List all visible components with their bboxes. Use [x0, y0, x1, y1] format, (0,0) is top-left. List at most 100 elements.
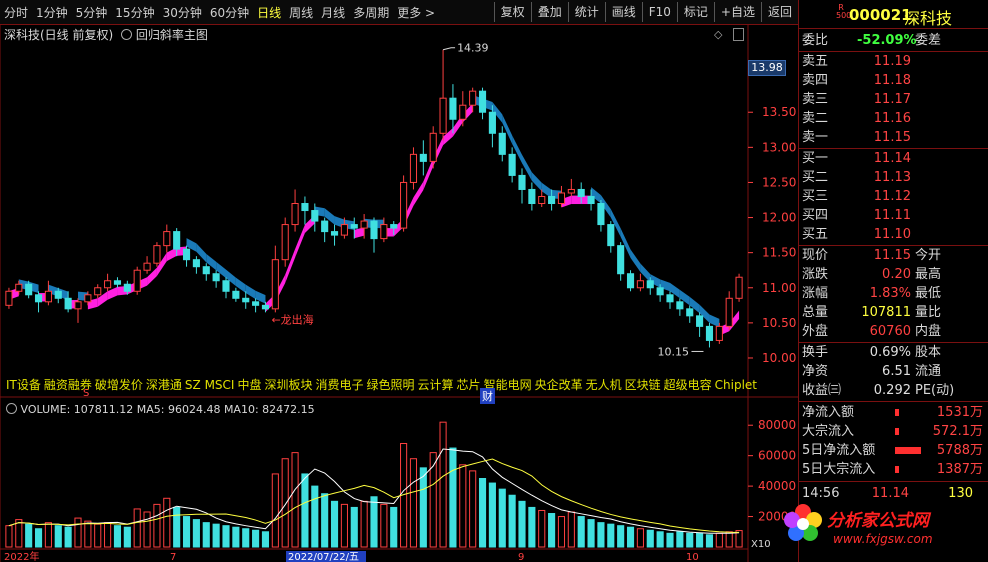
- concept-tag-14[interactable]: 区块链: [625, 378, 661, 392]
- stat2-extra-0: 股本: [915, 345, 942, 360]
- toolbar-button-6[interactable]: +自选: [713, 2, 761, 22]
- concept-tag-12[interactable]: 央企改革: [535, 378, 583, 392]
- candle-body-50: [498, 132, 506, 155]
- flower-logo-icon: [784, 504, 822, 541]
- timeframe-tab-9[interactable]: 多周期: [349, 4, 393, 21]
- flow-bar-1: [895, 428, 899, 435]
- candle-body-18: [182, 248, 191, 261]
- candle-body-9: [94, 287, 102, 296]
- candle-body-35: [350, 224, 358, 229]
- concept-tag-3[interactable]: 深港通: [146, 378, 182, 392]
- candle-body-55: [548, 195, 556, 205]
- timeframe-tab-0[interactable]: 分时: [0, 4, 32, 21]
- concept-tag-7[interactable]: 消费电子: [316, 378, 364, 392]
- toolbar-button-1[interactable]: 叠加: [530, 2, 568, 22]
- timeframe-tab-6[interactable]: 日线: [253, 4, 285, 21]
- concept-tag-2[interactable]: 破增发价: [95, 378, 143, 392]
- regression-ribbon-seg-55: [541, 182, 552, 199]
- volume-bar-37: [370, 496, 378, 548]
- volume-bar-47: [469, 470, 477, 548]
- price-tick-label-6: 10.50: [762, 316, 796, 330]
- diamond-icon[interactable]: ◇: [714, 28, 722, 41]
- candle-body-58: [577, 188, 585, 197]
- flow-label-1: 大宗流入: [802, 424, 855, 439]
- toolbar-button-7[interactable]: 返回: [760, 2, 798, 22]
- volume-bar-31: [311, 485, 319, 548]
- timeframe-tab-1[interactable]: 1分钟: [32, 4, 72, 21]
- stat2-extra-2: PE(动): [915, 383, 955, 398]
- candle-body-44: [439, 97, 447, 134]
- flow-row-0: 净流入额 1531万: [799, 403, 988, 422]
- concept-tag-0[interactable]: IT设备: [6, 378, 41, 392]
- concept-tag-8[interactable]: 绿色照明: [367, 378, 415, 392]
- concept-tag-5[interactable]: 中盘: [237, 378, 261, 392]
- volume-bar-25: [252, 529, 260, 548]
- stat2-value-0: 0.69%: [869, 345, 911, 360]
- date-label-1: 7: [170, 552, 176, 562]
- concept-tag-9[interactable]: 云计算: [418, 378, 454, 392]
- volume-bar-63: [626, 526, 635, 548]
- toolbar-button-0[interactable]: 复权: [493, 2, 531, 22]
- candle-body-70: [696, 315, 704, 327]
- kline-chart[interactable]: 13.50 13.00 12.50 12.00 11.50 11.00 10.50 10.00…: [0, 25, 798, 562]
- volume-bar-24: [242, 528, 250, 548]
- regression-ribbon-seg-25: [245, 284, 256, 300]
- volume-tick-label-1: 60000: [758, 449, 796, 463]
- stat2-extra-1: 流通: [915, 364, 942, 379]
- volume-bar-23: [232, 526, 240, 548]
- volume-tick-label-0: 80000: [758, 418, 796, 432]
- toolbar-button-5[interactable]: 标记: [676, 2, 714, 22]
- buy-value-4: 11.10: [873, 227, 911, 242]
- volume-bar-59: [587, 519, 595, 548]
- candle-body-67: [666, 294, 674, 303]
- candle-body-69: [686, 308, 694, 317]
- price-tick-label-5: 11.00: [762, 281, 796, 295]
- flow-label-2: 5日净流入额: [802, 443, 876, 458]
- regression-ribbon-seg-65: [640, 263, 651, 283]
- timeframe-tab-2[interactable]: 5分钟: [72, 4, 112, 21]
- stat-row-0: 现价 11.15 今开: [799, 246, 988, 265]
- volume-bar-15: [153, 503, 161, 548]
- candle-body-20: [202, 266, 210, 275]
- candle-body-74: [735, 276, 743, 299]
- rating-badge-bottom: 500: [836, 11, 852, 20]
- timeframe-tab-8[interactable]: 月线: [317, 4, 349, 21]
- timeframe-tab-5[interactable]: 60分钟: [206, 4, 253, 21]
- concept-tag-10[interactable]: 芯片: [457, 378, 481, 392]
- watermark-text: 分析家公式网: [827, 511, 929, 531]
- concept-tag-13[interactable]: 无人机: [586, 378, 622, 392]
- flow-bar-0: [895, 409, 899, 416]
- volume-bar-4: [44, 522, 52, 548]
- timeframe-tab-4[interactable]: 30分钟: [159, 4, 206, 21]
- toolbar-button-4[interactable]: F10: [641, 2, 677, 22]
- volume-bar-67: [666, 532, 674, 548]
- candle-body-0: [5, 290, 13, 306]
- concept-tag-4[interactable]: SZ MSCI: [185, 378, 235, 392]
- indicator-circle-icon[interactable]: [121, 29, 133, 40]
- buy-label-4: 买五: [802, 227, 829, 242]
- volume-bar-29: [291, 452, 299, 548]
- concept-tags: IT设备 融资融券 破增发价 深港通 SZ MSCI 中盘 深圳板块 消费电子 绿色照明 云计算芯…: [6, 376, 760, 393]
- window-toggle-icon[interactable]: [733, 28, 744, 41]
- stat2-row-1: 净资 6.51 流通: [799, 362, 988, 381]
- volume-bar-51: [508, 494, 516, 548]
- volume-bar-57: [567, 511, 575, 548]
- toolbar-button-3[interactable]: 画线: [604, 2, 642, 22]
- stat-value-3: 107811: [861, 305, 911, 320]
- timeframe-tab-3[interactable]: 15分钟: [111, 4, 158, 21]
- stat-extra-2: 最低: [915, 286, 942, 301]
- timeframe-tab-7[interactable]: 周线: [285, 4, 317, 21]
- flow-value-0: 1531万: [936, 405, 983, 420]
- indicator-title[interactable]: 回归斜率主图: [136, 28, 208, 42]
- volume-bar-14: [143, 511, 151, 548]
- sell-label-1: 卖四: [802, 73, 829, 88]
- toolbar-button-2[interactable]: 统计: [567, 2, 605, 22]
- concept-tag-6[interactable]: 深圳板块: [264, 378, 312, 392]
- concept-tag-15[interactable]: 超级电容: [664, 378, 712, 392]
- concept-tag-16[interactable]: Chiplet: [715, 378, 757, 392]
- volume-bar-6: [64, 526, 72, 548]
- volume-toggle-icon[interactable]: [6, 403, 17, 414]
- timeframe-tab-10[interactable]: 更多 >: [393, 4, 439, 21]
- candle-body-48: [478, 90, 487, 113]
- volume-bar-13: [133, 508, 141, 548]
